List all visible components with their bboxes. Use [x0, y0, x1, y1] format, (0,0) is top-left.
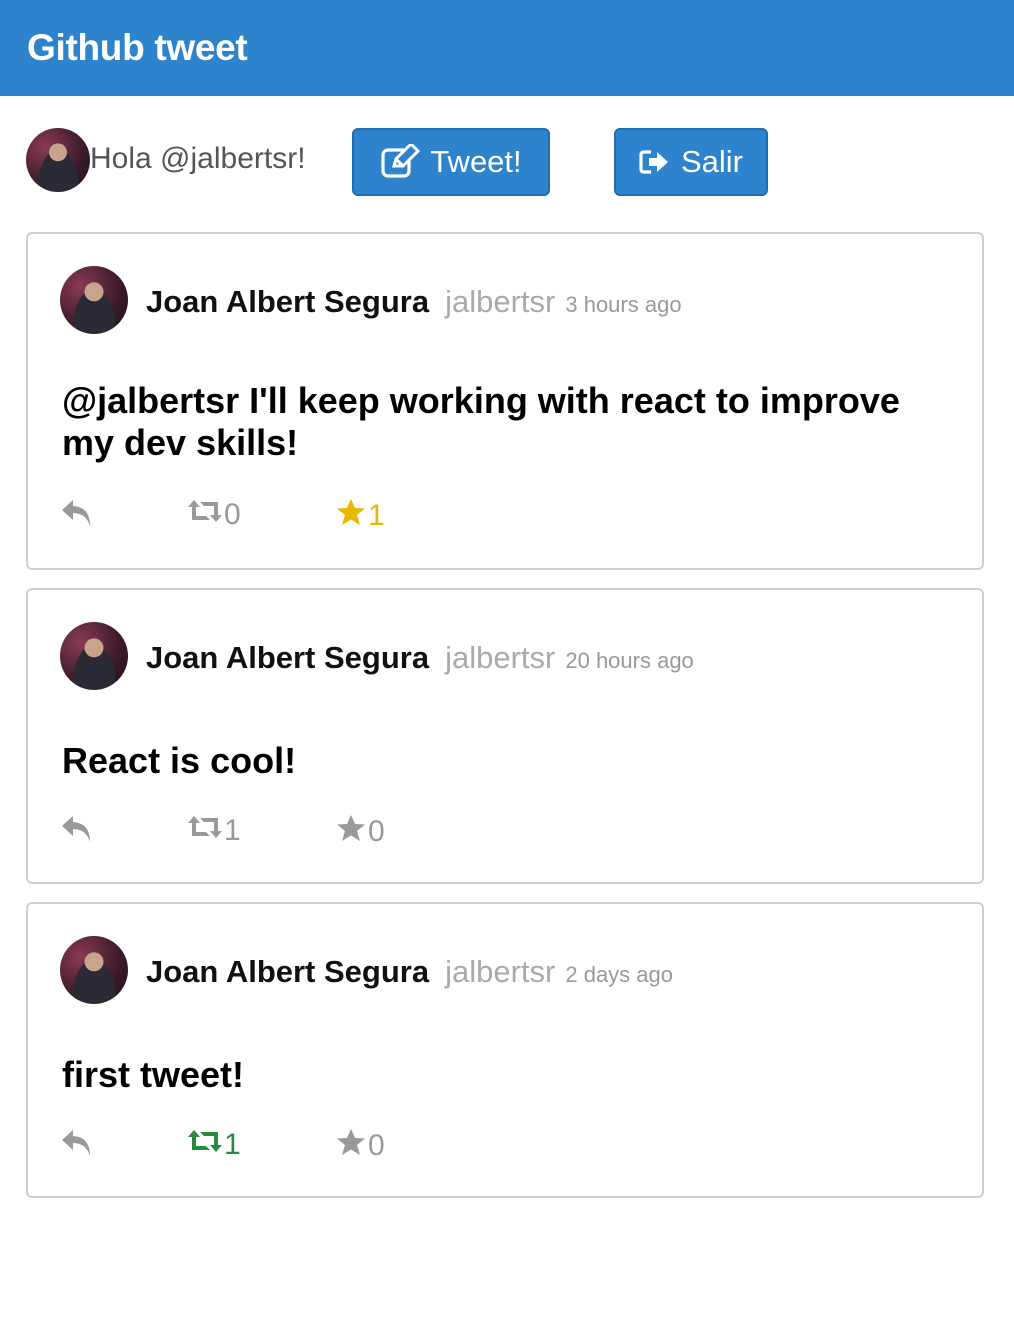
retweet-button[interactable]: 1	[188, 814, 241, 848]
reply-icon	[60, 1128, 94, 1166]
tweet-timestamp: 2 days ago	[565, 962, 673, 987]
reply-icon	[60, 814, 94, 852]
reply-button[interactable]	[60, 1128, 94, 1166]
tweet-header: Joan Albert Segura jalbertsr 3 hours ago	[146, 284, 682, 320]
favorite-button[interactable]: 0	[336, 814, 385, 850]
author-handle: jalbertsr	[445, 640, 556, 675]
retweet-count: 1	[224, 814, 241, 847]
tweet-feed: Joan Albert Segura jalbertsr 3 hours ago…	[26, 232, 984, 1216]
logout-button[interactable]: Salir	[614, 128, 768, 196]
app-header: Github tweet	[0, 0, 1014, 96]
star-icon	[336, 1128, 366, 1164]
reply-button[interactable]	[60, 498, 94, 536]
edit-icon	[380, 144, 421, 180]
retweet-count: 0	[224, 498, 241, 531]
reply-button[interactable]	[60, 814, 94, 852]
star-icon	[336, 814, 366, 850]
tweet-card: Joan Albert Segura jalbertsr 20 hours ag…	[26, 588, 984, 884]
tweet-timestamp: 3 hours ago	[565, 292, 682, 317]
tweet-text: React is cool!	[62, 740, 297, 781]
tweet-header: Joan Albert Segura jalbertsr 20 hours ag…	[146, 640, 694, 676]
favorite-button[interactable]: 1	[336, 498, 385, 534]
favorite-count: 1	[368, 499, 385, 532]
avatar	[60, 936, 128, 1004]
user-bar: Hola @jalbertsr! Tweet! Salir	[0, 96, 1014, 233]
app-title: Github tweet	[27, 27, 248, 68]
tweet-timestamp: 20 hours ago	[565, 648, 694, 673]
tweet-card: Joan Albert Segura jalbertsr 3 hours ago…	[26, 232, 984, 570]
tweet-card: Joan Albert Segura jalbertsr 2 days ago …	[26, 902, 984, 1198]
author-name: Joan Albert Segura	[146, 640, 430, 675]
tweet-header: Joan Albert Segura jalbertsr 2 days ago	[146, 954, 673, 990]
star-icon	[336, 498, 366, 534]
avatar	[26, 128, 90, 192]
author-name: Joan Albert Segura	[146, 284, 430, 319]
retweet-icon	[188, 498, 222, 532]
tweet-actions: 1 0	[60, 1128, 660, 1168]
author-name: Joan Albert Segura	[146, 954, 430, 989]
favorite-count: 0	[368, 1129, 385, 1162]
tweet-button[interactable]: Tweet!	[352, 128, 550, 196]
avatar	[60, 266, 128, 334]
reply-icon	[60, 498, 94, 536]
favorite-button[interactable]: 0	[336, 1128, 385, 1164]
greeting-text: Hola @jalbertsr!	[90, 142, 306, 175]
tweet-text: @jalbertsr I'll keep working with react …	[62, 380, 900, 463]
author-handle: jalbertsr	[445, 954, 556, 989]
tweet-button-label: Tweet!	[430, 144, 522, 179]
author-handle: jalbertsr	[445, 284, 556, 319]
retweet-button[interactable]: 0	[188, 498, 241, 532]
logout-button-label: Salir	[680, 144, 743, 179]
retweet-icon	[188, 1128, 222, 1162]
tweet-actions: 1 0	[60, 814, 660, 854]
tweet-actions: 0 1	[60, 498, 660, 538]
retweet-count: 1	[224, 1128, 241, 1161]
favorite-count: 0	[368, 815, 385, 848]
sign-out-icon	[639, 148, 671, 176]
retweet-icon	[188, 814, 222, 848]
avatar	[60, 622, 128, 690]
retweet-button[interactable]: 1	[188, 1128, 241, 1162]
tweet-text: first tweet!	[62, 1054, 245, 1095]
